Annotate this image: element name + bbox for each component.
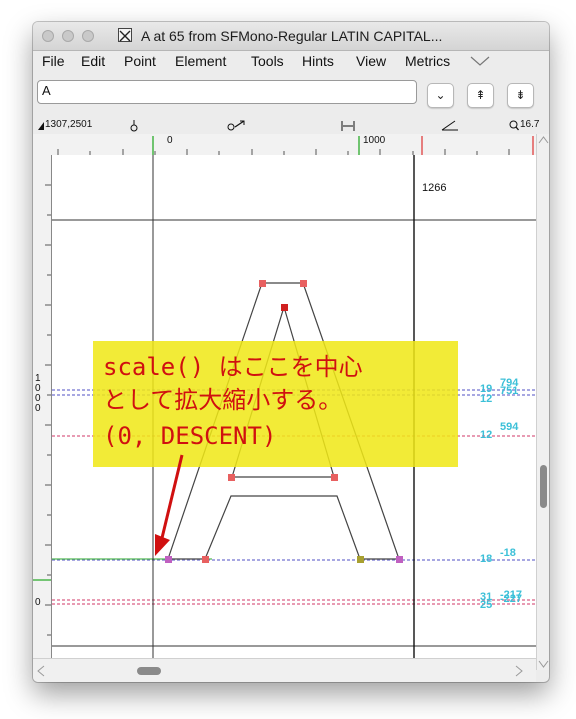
metric-label-25: 25 (480, 599, 493, 611)
menu-overflow-chevron-icon[interactable] (470, 55, 490, 67)
scroll-down-icon[interactable] (538, 660, 549, 668)
menu-tools[interactable]: Tools (251, 53, 284, 69)
cursor-coordinates: 1307,2501 (45, 119, 93, 130)
menu-element[interactable]: Element (175, 53, 226, 69)
vertical-scroll-thumb[interactable] (540, 465, 547, 508)
menu-metrics[interactable]: Metrics (405, 53, 450, 69)
window-title: A at 65 from SFMono-Regular LATIN CAPITA… (141, 28, 443, 44)
annotation-callout: scale() はここを中心 として拡大縮小する。 (0, DESCENT) (93, 341, 458, 467)
glyph-name-value: A (42, 83, 51, 98)
menu-edit[interactable]: Edit (81, 53, 105, 69)
ascend-button[interactable]: ⇞ (467, 83, 494, 108)
ruler-label-zero: 0 (167, 135, 173, 146)
advance-width-label: 1266 (422, 182, 447, 194)
minimize-window-button[interactable] (62, 30, 74, 42)
callout-line-3: (0, DESCENT) (103, 422, 277, 450)
info-bar: 1307,2501 16.7 (33, 118, 549, 134)
zoom-window-button[interactable] (82, 30, 94, 42)
angle-icon (441, 120, 458, 131)
glyph-name-field[interactable]: A (37, 80, 417, 104)
vector-icon (227, 120, 245, 131)
left-ruler-digit-4: 0 (35, 403, 41, 414)
metric-label-594: 594 (500, 421, 519, 433)
metric-label-neg227: -227 (500, 593, 523, 605)
scroll-left-icon[interactable] (37, 665, 45, 677)
dropdown-button[interactable]: ⌄ (427, 83, 454, 108)
zoom-level: 16.7 (520, 119, 540, 130)
callout-line-2: として拡大縮小する。 (103, 386, 343, 414)
metric-label-12a: 12 (480, 393, 493, 405)
metric-label-18: 18 (480, 553, 493, 565)
horizontal-scrollbar[interactable] (33, 658, 536, 682)
menu-view[interactable]: View (356, 53, 386, 69)
left-ruler: 1 0 0 0 0 (33, 155, 52, 658)
menu-point[interactable]: Point (124, 53, 156, 69)
metric-label-751: 751 (500, 385, 519, 397)
horizontal-scroll-thumb[interactable] (137, 667, 161, 675)
scroll-right-icon[interactable] (515, 665, 523, 677)
close-window-button[interactable] (42, 30, 54, 42)
vertical-scrollbar[interactable] (536, 134, 549, 670)
menu-hints[interactable]: Hints (302, 53, 334, 69)
distance-icon (341, 121, 355, 131)
top-ruler: 0 1000 (33, 134, 537, 156)
pointer-icon (38, 122, 44, 130)
zoom-icon (509, 120, 519, 131)
callout-line-1: scale() はここを中心 (103, 353, 363, 381)
descend-button[interactable]: ⇟ (507, 83, 534, 108)
metric-label-neg18: -18 (500, 547, 516, 559)
left-ruler-zero: 0 (35, 597, 41, 608)
menu-file[interactable]: File (42, 53, 65, 69)
menu-bar: File Edit Point Element Tools Hints View… (33, 51, 549, 73)
metric-label-12b: 12 (480, 429, 493, 441)
title-bar: A at 65 from SFMono-Regular LATIN CAPITA… (33, 22, 549, 51)
scroll-up-icon[interactable] (538, 136, 549, 144)
x11-app-icon (118, 28, 132, 42)
point-icon (130, 120, 138, 132)
ruler-label-1000: 1000 (363, 135, 386, 146)
